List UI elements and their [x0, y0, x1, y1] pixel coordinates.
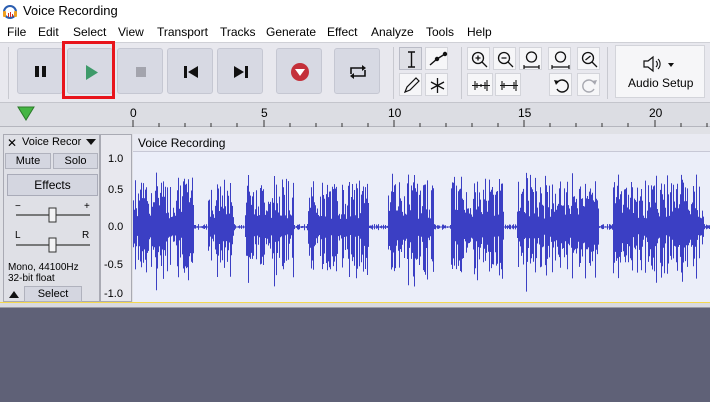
audacity-app-icon — [3, 5, 17, 19]
menu-file[interactable]: File — [7, 25, 26, 39]
record-button[interactable] — [276, 48, 322, 94]
bit-depth-text: 32-bit float — [8, 273, 55, 284]
menu-effect[interactable]: Effect — [327, 25, 357, 39]
pan-slider-thumb — [48, 237, 57, 253]
select-track-button[interactable]: Select — [24, 286, 82, 302]
i-beam-icon — [408, 51, 415, 68]
skip-start-icon — [184, 66, 198, 78]
loop-icon — [350, 65, 366, 79]
sample-rate-text: Mono, 44100Hz — [8, 262, 79, 273]
menu-select[interactable]: Select — [73, 25, 106, 39]
stop-icon — [136, 67, 146, 77]
trim-outside-button[interactable] — [467, 73, 493, 96]
redo-icon — [582, 79, 597, 93]
play-head-icon — [17, 106, 35, 121]
menu-bar: File Edit Select View Transport Tracks G… — [0, 23, 710, 42]
toolbar-grip — [8, 47, 9, 99]
menu-edit[interactable]: Edit — [38, 25, 59, 39]
effects-button[interactable]: Effects — [7, 174, 98, 196]
pencil-icon — [403, 77, 420, 94]
play-button-highlight — [62, 41, 115, 99]
scale-label: -1.0 — [104, 288, 123, 300]
fit-project-button[interactable] — [548, 47, 571, 70]
record-icon — [291, 63, 309, 81]
zoom-out-button[interactable] — [493, 47, 516, 70]
selection-tool[interactable] — [399, 47, 422, 70]
waveform-area[interactable] — [133, 152, 710, 302]
gain-slider[interactable] — [12, 207, 94, 223]
envelope-tool[interactable] — [425, 47, 448, 70]
track-name: Voice Recor — [22, 136, 82, 148]
menu-generate[interactable]: Generate — [266, 25, 316, 39]
skip-end-icon — [234, 66, 248, 78]
audio-setup-label: Audio Setup — [628, 76, 694, 90]
silence-selection-button[interactable] — [495, 73, 521, 96]
track-name-menu[interactable]: Voice Recor — [22, 136, 98, 150]
loop-button[interactable] — [334, 48, 380, 94]
toolbar-separator — [461, 47, 462, 99]
close-track-icon[interactable]: ✕ — [5, 136, 19, 150]
fit-selection-button[interactable] — [519, 47, 542, 70]
toolbar-separator — [607, 47, 608, 99]
draw-tool[interactable] — [399, 73, 422, 96]
gain-slider-thumb — [48, 207, 57, 223]
zoom-in-button[interactable] — [467, 47, 490, 70]
audio-setup-button[interactable]: Audio Setup — [615, 45, 705, 98]
undo-icon — [554, 79, 569, 93]
zoom-toggle-icon — [581, 51, 598, 68]
waveform — [133, 172, 710, 292]
scale-label: -0.5 — [104, 259, 123, 271]
ruler-ticks — [17, 106, 708, 127]
ruler-label: 10 — [388, 106, 402, 120]
zoom-out-icon — [497, 51, 514, 68]
menu-tools[interactable]: Tools — [426, 25, 454, 39]
ruler-label: 15 — [518, 106, 532, 120]
redo-button[interactable] — [577, 73, 600, 96]
trim-audio-icon — [472, 80, 490, 91]
envelope-icon — [429, 51, 448, 66]
zoom-in-icon — [471, 51, 488, 68]
menu-analyze[interactable]: Analyze — [371, 25, 414, 39]
skip-to-start-button[interactable] — [167, 48, 213, 94]
clip-name: Voice Recording — [138, 136, 226, 150]
menu-tracks[interactable]: Tracks — [220, 25, 256, 39]
collapse-track-icon[interactable] — [8, 289, 20, 299]
menu-transport[interactable]: Transport — [157, 25, 208, 39]
multi-tool[interactable] — [425, 73, 448, 96]
speaker-dropdown-icon — [643, 55, 674, 73]
window-title: Voice Recording — [23, 3, 118, 18]
mute-button[interactable]: Mute — [5, 153, 51, 169]
menu-view[interactable]: View — [118, 25, 144, 39]
chevron-down-icon — [86, 139, 96, 145]
zoom-toggle-button[interactable] — [577, 47, 600, 70]
scale-label: 0.0 — [108, 221, 124, 233]
silence-audio-icon — [500, 80, 518, 91]
pause-icon — [35, 66, 46, 77]
zoom-fit-icon — [551, 51, 570, 69]
toolbar-separator — [393, 47, 394, 99]
audio-clip[interactable]: Voice Recording — [133, 134, 710, 302]
skip-to-end-button[interactable] — [217, 48, 263, 94]
menu-help[interactable]: Help — [467, 25, 492, 39]
pause-button[interactable] — [17, 48, 63, 94]
pan-slider[interactable] — [12, 237, 94, 253]
ruler-label: 5 — [261, 106, 268, 120]
solo-button[interactable]: Solo — [53, 153, 98, 169]
ruler-label: 20 — [649, 106, 663, 120]
title-bar: Voice Recording — [0, 0, 710, 23]
track-format-info: Mono, 44100Hz 32-bit float — [8, 262, 79, 284]
track-bottom-border — [0, 302, 710, 308]
scale-label: 0.5 — [108, 184, 124, 196]
ruler-label: 0 — [130, 106, 137, 120]
undo-button[interactable] — [549, 73, 572, 96]
scale-label: 1.0 — [108, 153, 124, 165]
clip-title-bar[interactable]: Voice Recording — [133, 134, 710, 152]
timeline-ruler[interactable]: 0 5 10 15 20 — [0, 102, 710, 127]
zoom-selection-icon — [523, 51, 540, 69]
asterisk-icon — [430, 78, 445, 93]
stop-button[interactable] — [117, 48, 163, 94]
